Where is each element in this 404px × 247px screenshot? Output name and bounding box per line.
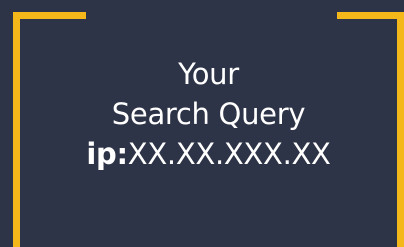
corner-bracket-left-edge xyxy=(13,12,20,247)
query-prefix: ip: xyxy=(86,137,128,171)
heading-line-1: Your xyxy=(178,57,239,91)
heading-line-2: Search Query xyxy=(111,97,306,131)
corner-bracket-top-right xyxy=(337,12,404,19)
query-value: XX.XX.XXX.XX xyxy=(127,137,331,171)
search-query-text: ip:XX.XX.XXX.XX xyxy=(20,134,397,174)
search-query-card: Your Search Query ip:XX.XX.XXX.XX xyxy=(0,0,404,247)
corner-bracket-top-left xyxy=(13,12,86,19)
query-text-block: Your Search Query ip:XX.XX.XXX.XX xyxy=(20,54,397,174)
corner-bracket-right-edge xyxy=(397,12,404,247)
